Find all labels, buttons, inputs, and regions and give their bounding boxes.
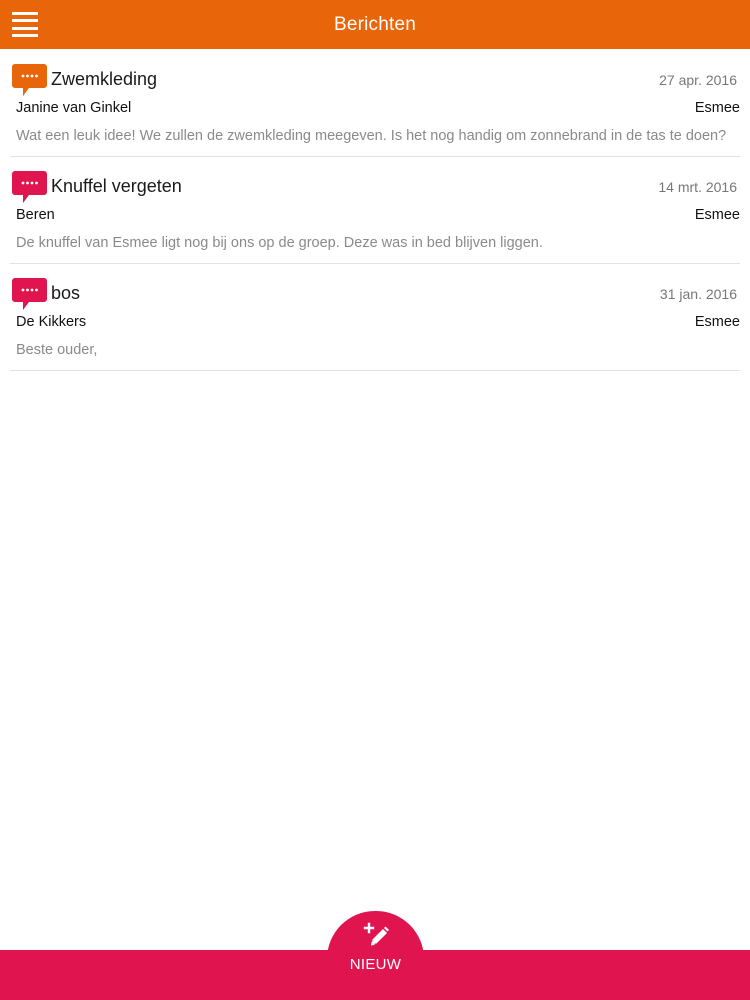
top-bar: Berichten [0, 0, 750, 49]
chat-bubble-icon [12, 171, 47, 203]
page-title: Berichten [333, 13, 417, 35]
message-subject: Knuffel vergeten [51, 176, 182, 196]
message-item[interactable]: bos 31 jan. 2016 De Kikkers Esmee Beste … [10, 264, 740, 371]
message-subject: Zwemkleding [51, 69, 158, 89]
pencil-plus-icon [363, 922, 389, 946]
new-message-label: NIEUW [349, 956, 402, 973]
message-subject: bos [51, 283, 81, 303]
message-preview: Beste ouder, [16, 342, 98, 358]
message-child: Esmee [694, 207, 740, 223]
message-preview: De knuffel van Esmee ligt nog bij ons op… [16, 235, 543, 251]
message-sender: Beren [16, 207, 55, 223]
new-message-button[interactable]: NIEUW [327, 911, 424, 1000]
message-child: Esmee [694, 314, 740, 330]
message-date: 27 apr. 2016 [659, 72, 737, 88]
chat-bubble-icon [12, 278, 47, 310]
chat-bubble-icon [12, 64, 47, 96]
message-child: Esmee [694, 100, 740, 116]
message-preview: Wat een leuk idee! We zullen de zwemkled… [16, 128, 727, 144]
message-item[interactable]: Knuffel vergeten 14 mrt. 2016 Beren Esme… [10, 157, 740, 264]
message-list: Zwemkleding 27 apr. 2016 Janine van Gink… [10, 50, 740, 371]
message-sender: De Kikkers [16, 314, 87, 330]
menu-button[interactable] [12, 12, 38, 37]
messages-app: Berichten Zwemkleding 27 apr. 2016 Janin… [0, 0, 750, 1000]
message-date: 14 mrt. 2016 [658, 179, 737, 195]
message-item[interactable]: Zwemkleding 27 apr. 2016 Janine van Gink… [10, 50, 740, 157]
hamburger-menu-icon [12, 12, 38, 15]
message-date: 31 jan. 2016 [659, 286, 737, 302]
message-sender: Janine van Ginkel [16, 100, 132, 116]
